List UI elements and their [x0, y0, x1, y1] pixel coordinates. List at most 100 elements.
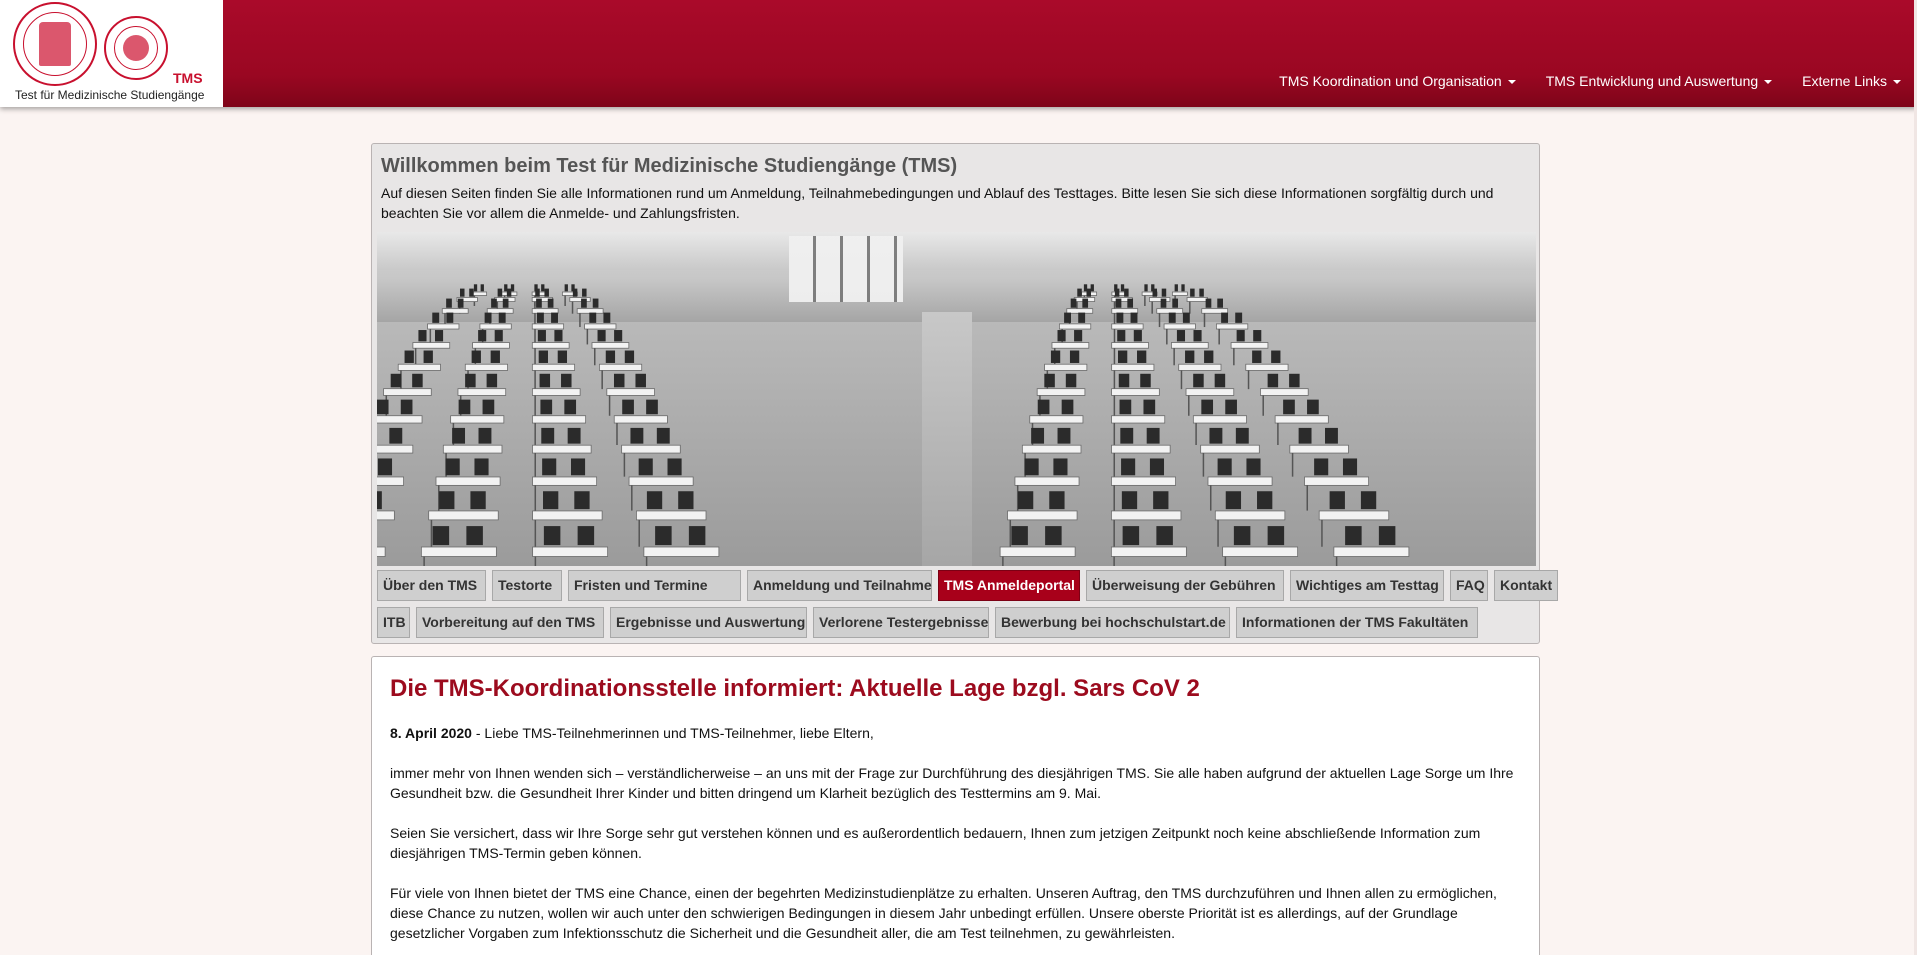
desk-shape: [1066, 308, 1094, 314]
desk-leg-shape: [1202, 453, 1205, 477]
desk-leg-shape: [1113, 485, 1115, 511]
nav-entwicklung[interactable]: TMS Entwicklung und Auswertung: [1546, 73, 1773, 89]
desk-shape: [1149, 297, 1171, 302]
chair-shape: [1201, 399, 1214, 415]
chair-shape: [1065, 373, 1077, 388]
chair-shape: [592, 298, 599, 308]
desk-leg-shape: [1113, 556, 1115, 566]
desk-shape: [1200, 444, 1260, 454]
main-nav: TMS Koordination und Organisation TMS En…: [1279, 73, 1901, 89]
desk-shape: [628, 476, 694, 486]
chair-shape: [622, 399, 634, 415]
chair-shape: [446, 312, 454, 323]
chair-shape: [1140, 373, 1151, 388]
tab-wichtiges-am-testtag[interactable]: Wichtiges am Testtag: [1290, 570, 1444, 601]
desk-shape: [1007, 510, 1078, 521]
desk-shape: [531, 388, 581, 396]
chair-shape: [1116, 312, 1124, 323]
desk-leg-shape: [534, 370, 536, 390]
desk-shape: [1029, 415, 1084, 424]
chair-shape: [457, 298, 464, 308]
chair-shape: [1143, 399, 1156, 415]
welcome-panel: Willkommen beim Test für Medizinische St…: [371, 143, 1558, 644]
tab-anmeldung-und-teilnahme[interactable]: Anmeldung und Teilnahme: [747, 570, 932, 601]
desk-leg-shape: [1306, 485, 1309, 511]
chair-shape: [418, 330, 427, 342]
tab-testorte[interactable]: Testorte: [492, 570, 562, 601]
chair-shape: [1307, 399, 1319, 415]
desk-leg-shape: [623, 453, 626, 477]
tab-informationen-fakultaeten[interactable]: Informationen der TMS Fakultäten: [1236, 607, 1478, 638]
desk-shape: [1214, 510, 1286, 521]
tab-fristen-und-termine[interactable]: Fristen und Termine: [568, 570, 741, 601]
desk-leg-shape: [1209, 485, 1212, 511]
chair-shape: [412, 373, 423, 388]
desk-shape: [1333, 546, 1410, 557]
tab-ergebnisse-und-auswertung[interactable]: Ergebnisse und Auswertung: [610, 607, 807, 638]
desk-shape: [1274, 415, 1329, 424]
nav-externe-links[interactable]: Externe Links: [1802, 73, 1901, 89]
chair-shape: [494, 330, 503, 342]
desk-leg-shape: [1277, 423, 1279, 446]
desk-shape: [1318, 510, 1390, 521]
chair-shape: [1225, 491, 1242, 510]
tab-ueberweisung-der-gebuehren[interactable]: Überweisung der Gebühren: [1086, 570, 1284, 601]
desk-leg-shape: [631, 485, 633, 511]
chair-shape: [581, 298, 587, 308]
news-paragraph-3: Für viele von Ihnen bietet der TMS eine …: [390, 885, 1497, 941]
chair-shape: [1045, 526, 1062, 546]
desk-leg-shape: [1144, 295, 1146, 306]
tab-bewerbung-hochschulstart[interactable]: Bewerbung bei hochschulstart.de: [995, 607, 1230, 638]
chair-shape: [667, 458, 682, 476]
chair-shape: [1174, 284, 1178, 292]
desk-shape: [569, 297, 591, 302]
chair-shape: [474, 458, 489, 476]
news-article: Die TMS-Koordinationsstelle informiert: …: [371, 656, 1540, 955]
chair-shape: [543, 491, 559, 510]
nav-koordination[interactable]: TMS Koordination und Organisation: [1279, 73, 1516, 89]
news-paragraph-1: immer mehr von Ihnen wenden sich – verst…: [390, 765, 1514, 801]
site-logo[interactable]: TMS Test für Medizinische Studiengänge: [0, 0, 223, 107]
tab-ueber-den-tms[interactable]: Über den TMS: [377, 570, 486, 601]
chair-shape: [1024, 458, 1039, 476]
chair-shape: [390, 373, 402, 388]
tab-verlorene-testergebnisse[interactable]: Verlorene Testergebnisse: [813, 607, 989, 638]
chair-shape: [561, 373, 572, 388]
desk-leg-shape: [1195, 423, 1197, 446]
chair-shape: [554, 330, 563, 342]
tab-faq[interactable]: FAQ: [1450, 570, 1488, 601]
chair-shape: [1267, 526, 1285, 546]
desk-leg-shape: [1009, 519, 1012, 547]
chair-shape: [582, 288, 587, 297]
chair-shape: [1176, 330, 1186, 342]
desk-leg-shape: [1233, 348, 1235, 366]
chair-shape: [1360, 491, 1377, 510]
chair-shape: [1117, 350, 1128, 363]
desk-leg-shape: [1262, 395, 1264, 416]
chair-shape: [1378, 526, 1396, 546]
tab-tms-anmeldeportal[interactable]: TMS Anmeldeportal: [938, 570, 1080, 601]
chair-shape: [1049, 491, 1065, 510]
caret-down-icon: [1893, 80, 1901, 85]
chair-shape: [1044, 373, 1055, 388]
chair-shape: [688, 526, 706, 546]
chair-shape: [541, 427, 555, 444]
desk-leg-shape: [586, 329, 589, 345]
chair-shape: [542, 458, 557, 476]
chair-shape: [482, 399, 495, 415]
chair-shape: [1074, 330, 1083, 342]
desk-leg-shape: [430, 519, 433, 547]
chair-shape: [1342, 458, 1358, 476]
desk-shape: [1014, 476, 1080, 486]
chair-shape: [1217, 458, 1232, 476]
chair-shape: [1130, 312, 1138, 323]
desk-shape: [1111, 323, 1144, 330]
desk-shape: [532, 415, 587, 424]
chair-shape: [1271, 350, 1281, 363]
tab-itb[interactable]: ITB: [377, 607, 410, 638]
chair-shape: [1077, 288, 1082, 297]
desk-shape: [1260, 388, 1309, 396]
desk-leg-shape: [1002, 556, 1004, 566]
tab-kontakt[interactable]: Kontakt: [1494, 570, 1558, 601]
tab-vorbereitung[interactable]: Vorbereitung auf den TMS: [416, 607, 604, 638]
